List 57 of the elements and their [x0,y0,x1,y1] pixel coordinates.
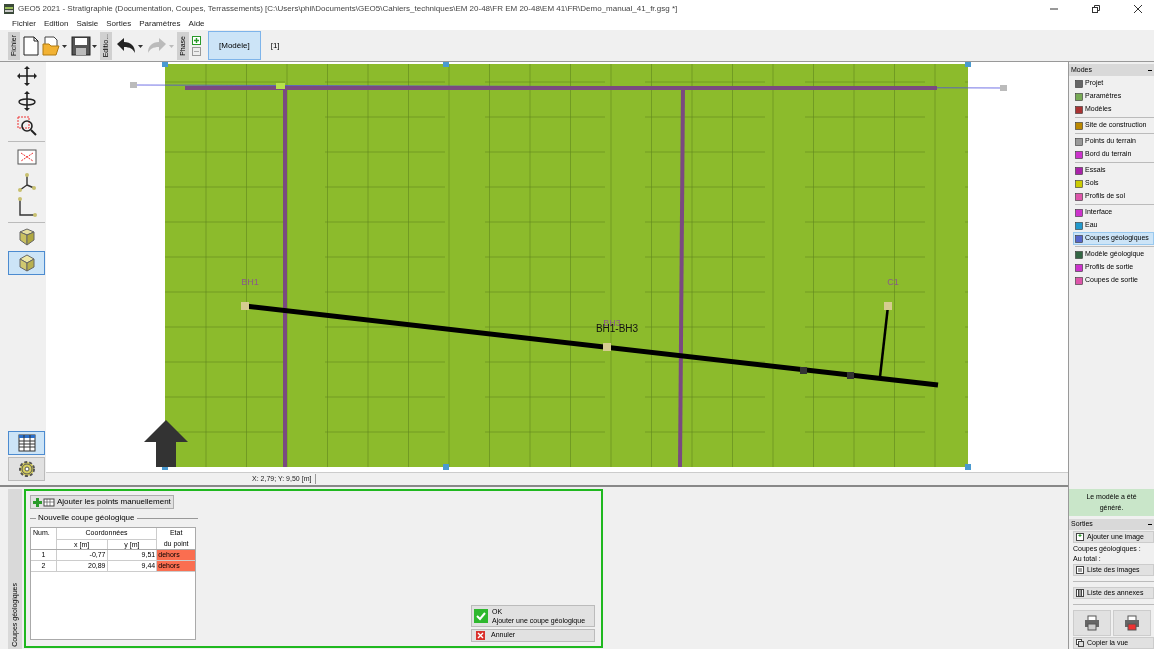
printer-icon [1084,615,1100,631]
point-marker[interactable] [800,367,807,374]
point-marker[interactable] [276,83,285,89]
settings-button[interactable] [8,457,45,481]
borehole-marker[interactable] [241,302,249,310]
print-button[interactable] [1073,610,1111,636]
close-icon[interactable] [1134,5,1142,13]
app-icon [4,4,14,14]
close-icon [476,631,485,640]
save-button[interactable] [71,35,97,56]
cube-button[interactable] [8,251,45,275]
table-icon [15,432,38,454]
menu-item[interactable]: Paramètres [139,18,181,30]
borehole-label: BH1 [241,277,259,287]
point-marker[interactable] [847,372,854,379]
borehole-marker[interactable] [884,302,892,310]
check-icon [474,609,488,623]
add-points-button[interactable]: Ajouter les points manuellement [30,495,174,509]
move-icon [15,65,38,87]
phase-tab[interactable]: [1] [264,31,286,60]
resize-handle[interactable] [965,62,971,67]
table-button[interactable] [8,431,45,455]
add-image-icon [1076,533,1084,541]
resize-handle[interactable] [965,464,971,470]
menu-item[interactable]: Saisie [76,18,99,30]
minimize-icon[interactable] [1050,5,1058,13]
group-title: Nouvelle coupe géologique [38,512,135,524]
borehole-marker[interactable] [603,343,611,351]
phase-tab[interactable]: [Modèle] [208,31,261,60]
borehole-label: C1 [887,277,899,287]
zoom-window-icon [15,115,38,137]
axis-handle[interactable] [1000,85,1007,91]
axes-icon [15,196,38,218]
axes-icon [15,171,38,193]
copy-view-icon [1076,639,1084,647]
rotate-icon [15,90,38,112]
resize-handle[interactable] [443,464,449,470]
printer-icon [1124,615,1140,631]
open-file-button[interactable] [42,35,68,56]
menu-item[interactable]: Sorties [106,18,132,30]
menu-item[interactable]: Fichier [12,18,36,30]
menu-item[interactable]: Aide [188,18,205,30]
axis-handle[interactable] [130,82,137,88]
window-title: GEO5 2021 - Stratigraphie (Documentation, Coupes, Terrassements) [C:\Users\phil\Documents\GEO5\Cahiers_techniques\EM 20-48\FR EM 20-48\EM 41\FR\Demo_manual_41_fr.gsg *] [18,3,678,15]
add-points-icon [33,497,55,507]
resize-handle[interactable] [162,62,168,67]
restore-icon[interactable] [1092,5,1100,13]
new-file-button[interactable] [23,35,39,56]
add-phase-button[interactable] [192,35,201,45]
annex-list-icon [1076,589,1084,597]
menu-item[interactable]: Edition [44,18,69,30]
fit-view-icon [15,146,38,168]
north-arrow-icon [144,420,188,467]
print-pdf-button[interactable] [1113,610,1151,636]
image-list-icon [1076,566,1084,574]
remove-phase-button[interactable] [192,46,201,56]
resize-handle[interactable] [443,62,449,67]
